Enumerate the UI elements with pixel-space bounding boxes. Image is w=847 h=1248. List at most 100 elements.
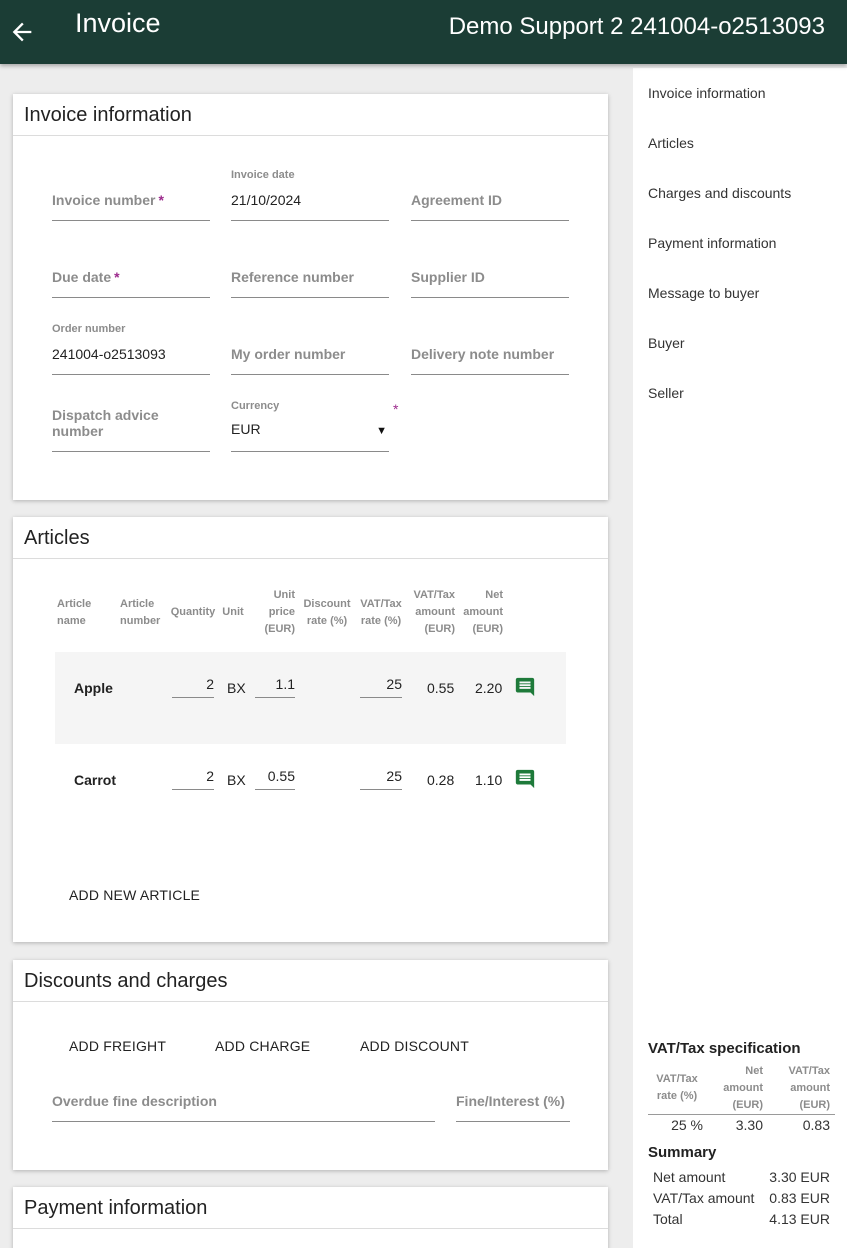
header-line: price	[268, 606, 295, 618]
card-title: Discounts and charges	[13, 960, 608, 1002]
header-line: Net	[485, 589, 503, 601]
nav-item-payment-information[interactable]: Payment information	[648, 235, 776, 251]
delivery-note-number-field[interactable]: Delivery note number	[411, 323, 569, 375]
summary-title: Summary	[648, 1144, 717, 1161]
order-number-field[interactable]: Order number 241004-o2513093	[52, 323, 210, 375]
invoice-number-field[interactable]: Invoice number *	[52, 169, 210, 221]
summary-total-value: 4.13 EUR	[769, 1211, 830, 1227]
supplier-id-field[interactable]: Supplier ID	[411, 246, 569, 298]
header-line: (EUR)	[799, 1099, 830, 1111]
header-invoice-id: Demo Support 2 241004-o2513093	[448, 13, 825, 40]
header-line: VAT/Tax	[788, 1065, 830, 1077]
header-line: name	[57, 615, 86, 627]
col-header-article-name: Article name	[57, 596, 97, 630]
vat-amount-value: 0.28	[427, 772, 455, 788]
due-date-field[interactable]: Due date *	[52, 246, 210, 298]
card-title: Invoice information	[13, 94, 608, 136]
currency-required-marker: *	[393, 401, 399, 417]
page-title: Invoice	[75, 8, 161, 38]
vat-spec-title: VAT/Tax specification	[648, 1040, 801, 1057]
unit-price-input[interactable]: 1.1	[255, 676, 295, 698]
header-line: VAT/Tax	[360, 598, 402, 610]
nav-item-articles[interactable]: Articles	[648, 135, 694, 151]
field-label: Dispatch advice number	[52, 407, 159, 439]
header-line: amount	[790, 1082, 830, 1094]
header-line: Quantity	[170, 606, 216, 618]
header-line: (EUR)	[472, 623, 503, 635]
summary-vat-value: 0.83 EUR	[769, 1190, 830, 1206]
sidebar: Invoice information Articles Charges and…	[633, 68, 847, 1248]
unit-value: BX	[227, 772, 246, 788]
header-line: rate (%)	[656, 1090, 698, 1102]
add-new-article-button[interactable]: ADD NEW ARTICLE	[69, 887, 200, 903]
back-button[interactable]	[8, 18, 36, 46]
arrow-left-icon	[12, 22, 32, 42]
quantity-input[interactable]: 2	[172, 768, 214, 790]
nav-item-charges-discounts[interactable]: Charges and discounts	[648, 185, 791, 201]
header-line: Discount	[303, 598, 351, 610]
vat-rate-input[interactable]: 25	[360, 676, 402, 698]
vat-spec-header-rate: VAT/Tax rate (%)	[649, 1071, 705, 1105]
my-order-number-field[interactable]: My order number	[231, 323, 389, 375]
unit-price-input[interactable]: 0.55	[255, 768, 295, 790]
header-line: (EUR)	[424, 623, 455, 635]
app-header: Invoice Demo Support 2 241004-o2513093	[0, 0, 847, 64]
field-label: Currency	[231, 400, 280, 412]
add-freight-button[interactable]: ADD FREIGHT	[69, 1038, 166, 1054]
agreement-id-field[interactable]: Agreement ID	[411, 169, 569, 221]
col-header-vat-rate: VAT/Tax rate (%)	[357, 596, 405, 630]
header-line: Net	[745, 1065, 763, 1077]
field-value: 21/10/2024	[231, 192, 302, 208]
overdue-fine-description-field[interactable]: Overdue fine description	[52, 1070, 435, 1122]
quantity-input[interactable]: 2	[172, 676, 214, 698]
summary-net-label: Net amount	[653, 1169, 726, 1185]
net-amount-value: 2.20	[475, 680, 503, 696]
header-line: number	[120, 615, 161, 627]
vat-amount-value: 0.55	[427, 680, 455, 696]
add-charge-button[interactable]: ADD CHARGE	[215, 1038, 310, 1054]
field-label: Supplier ID	[411, 269, 485, 285]
header-line: Unit	[273, 589, 295, 601]
field-label: Overdue fine description	[52, 1093, 217, 1109]
articles-card: Articles Article name Article number Qua…	[13, 517, 608, 942]
header-line: Article	[57, 598, 92, 610]
col-header-discount-rate: Discount rate (%)	[303, 596, 351, 630]
caret-down-icon: ▼	[376, 425, 387, 437]
nav-item-seller[interactable]: Seller	[648, 385, 684, 401]
reference-number-field[interactable]: Reference number	[231, 246, 389, 298]
nav-item-message-to-buyer[interactable]: Message to buyer	[648, 285, 759, 301]
vat-spec-divider	[648, 1114, 835, 1115]
field-label: My order number	[231, 346, 346, 362]
summary-total-label: Total	[653, 1211, 683, 1227]
nav-item-invoice-information[interactable]: Invoice information	[648, 85, 766, 101]
field-value: 241004-o2513093	[52, 346, 166, 362]
vat-spec-header-vat: VAT/Tax amount (EUR)	[778, 1063, 830, 1114]
header-line: (EUR)	[732, 1099, 763, 1111]
comment-icon[interactable]	[514, 768, 536, 790]
col-header-vat-amount: VAT/Tax amount (EUR)	[409, 587, 455, 638]
currency-select[interactable]: Currency EUR ▼	[231, 400, 389, 452]
header-line: (EUR)	[264, 623, 295, 635]
field-label: Fine/Interest (%)	[456, 1093, 565, 1109]
invoice-information-card: Invoice information Invoice number * Invo…	[13, 94, 608, 500]
col-header-quantity: Quantity	[170, 604, 216, 621]
fine-interest-field[interactable]: Fine/Interest (%)	[456, 1070, 570, 1122]
add-discount-button[interactable]: ADD DISCOUNT	[360, 1038, 469, 1054]
vat-spec-header-net: Net amount (EUR)	[713, 1063, 763, 1114]
col-header-net-amount: Net amount (EUR)	[461, 587, 503, 638]
article-row[interactable]: Apple 2 BX 1.1 25 0.55 2.20	[55, 652, 566, 744]
nav-item-buyer[interactable]: Buyer	[648, 335, 685, 351]
field-label: Order number	[52, 323, 126, 335]
header-line: rate (%)	[306, 615, 348, 627]
dispatch-advice-number-field[interactable]: Dispatch advice number	[52, 400, 210, 452]
comment-icon[interactable]	[514, 676, 536, 698]
card-title: Articles	[13, 517, 608, 559]
article-row[interactable]: Carrot 2 BX 0.55 25 0.28 1.10	[55, 744, 566, 836]
header-line: amount	[463, 606, 503, 618]
header-line: Unit	[222, 606, 244, 618]
field-label: Invoice date	[231, 169, 295, 181]
vat-rate-input[interactable]: 25	[360, 768, 402, 790]
invoice-date-field[interactable]: Invoice date 21/10/2024	[231, 169, 389, 221]
summary-net-value: 3.30 EUR	[769, 1169, 830, 1185]
article-name: Apple	[74, 680, 113, 696]
